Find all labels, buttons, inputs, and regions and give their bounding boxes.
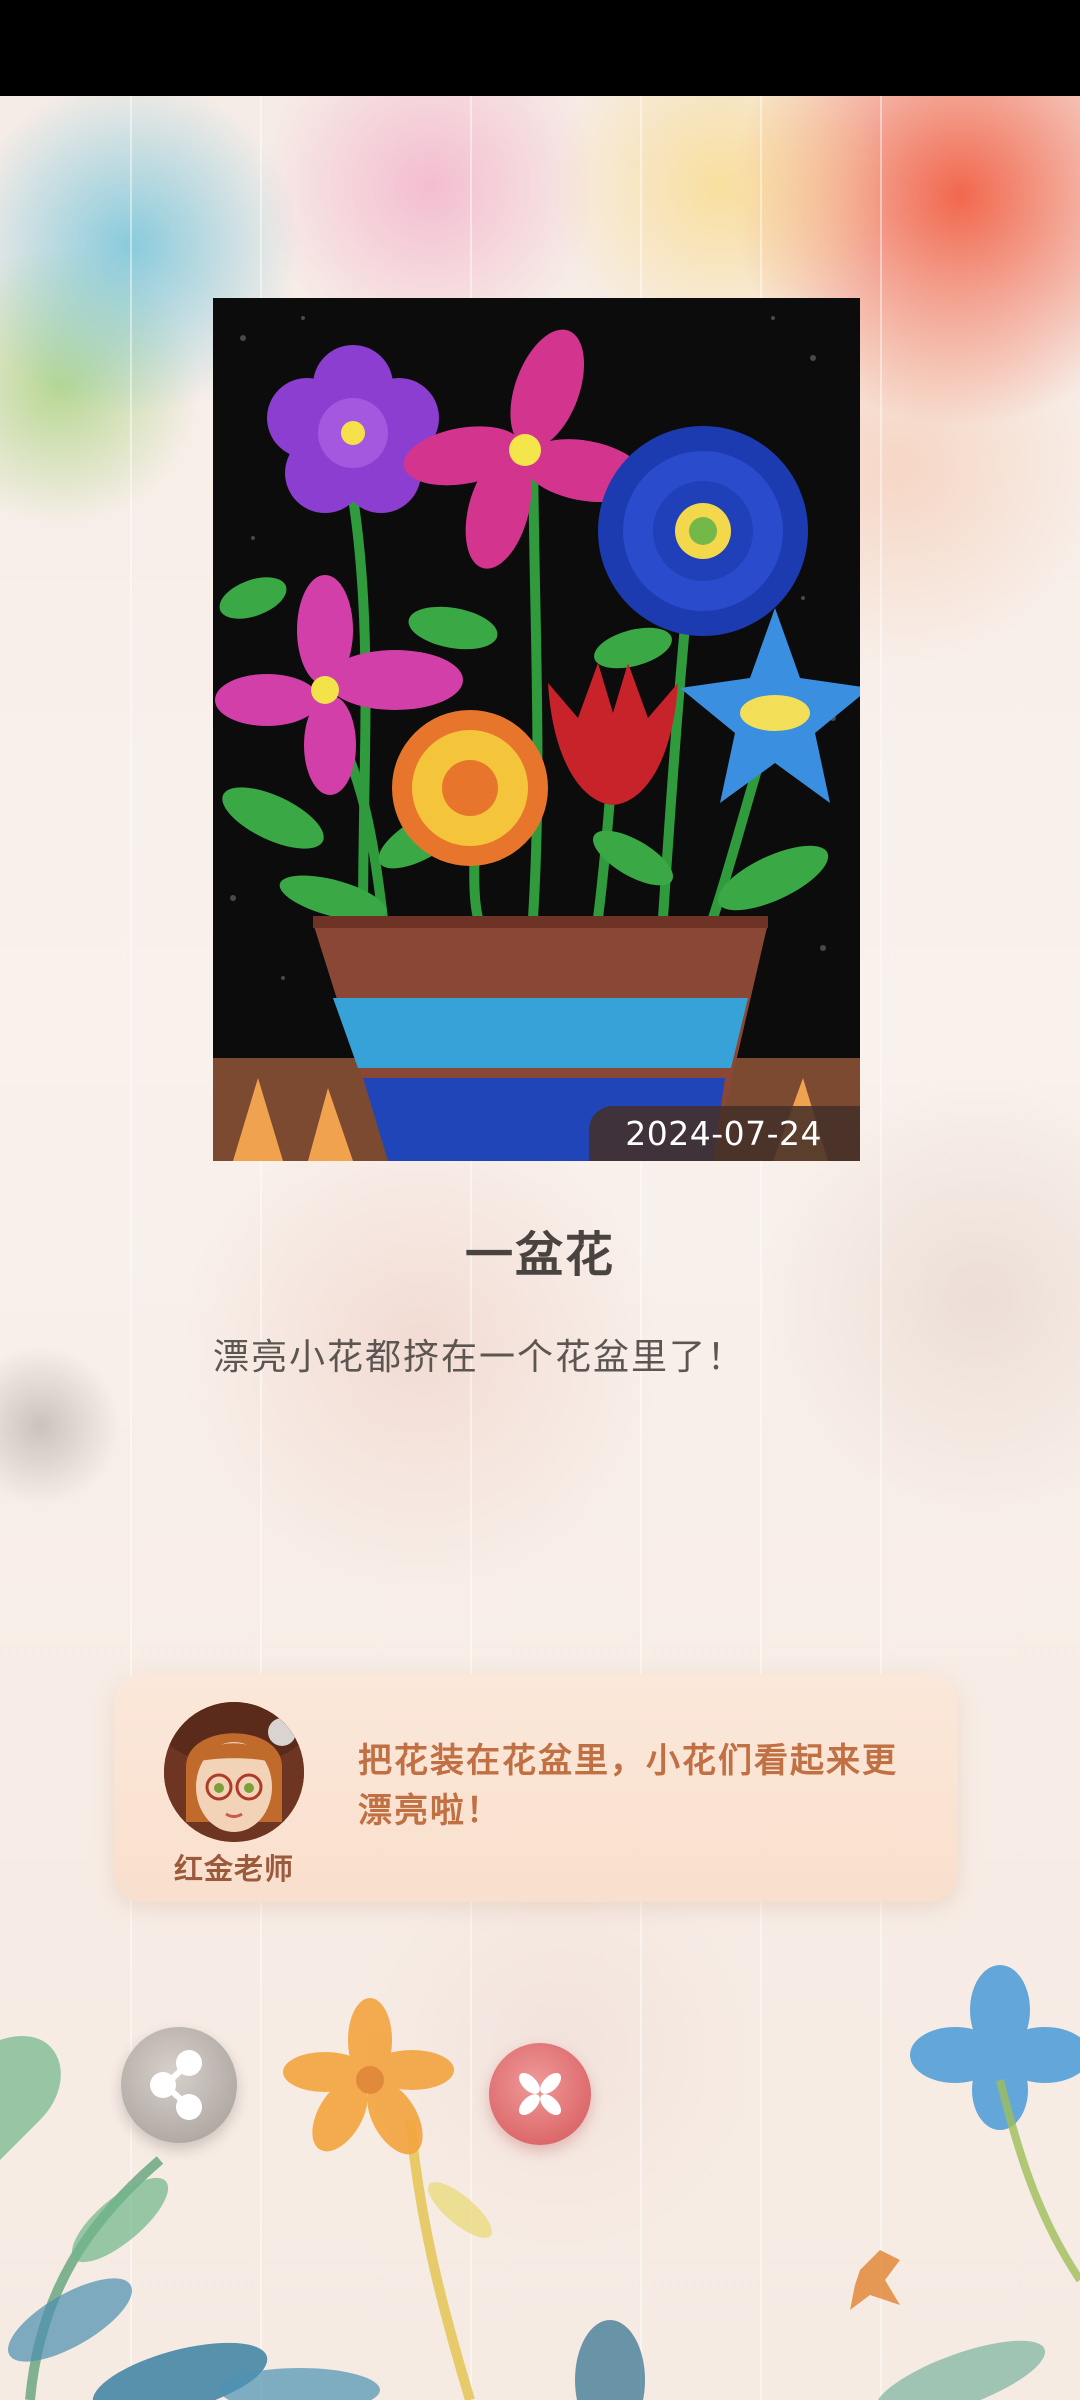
teacher-avatar [164,1702,304,1842]
teacher-comment-card: 红金老师 把花装在花盆里，小花们看起来更漂亮啦！ [114,1674,958,1902]
close-button[interactable] [489,2043,591,2145]
share-button[interactable] [121,2027,237,2143]
floral-decoration [0,1965,1080,2400]
teacher-comment-text: 把花装在花盆里，小花们看起来更漂亮啦！ [358,1741,898,1831]
artwork-image[interactable]: 2024-07-24 [213,298,860,1161]
work-title: 一盆花 [464,1227,615,1283]
close-icon [518,2072,562,2116]
artwork-date-badge: 2024-07-24 [589,1106,860,1161]
status-bar [0,0,1080,96]
flower-pot-drawing [213,298,860,1161]
work-description: 漂亮小花都挤在一个花盆里了！ [213,1337,746,1378]
share-icon [150,2050,202,2120]
teacher-name: 红金老师 [173,1852,294,1886]
